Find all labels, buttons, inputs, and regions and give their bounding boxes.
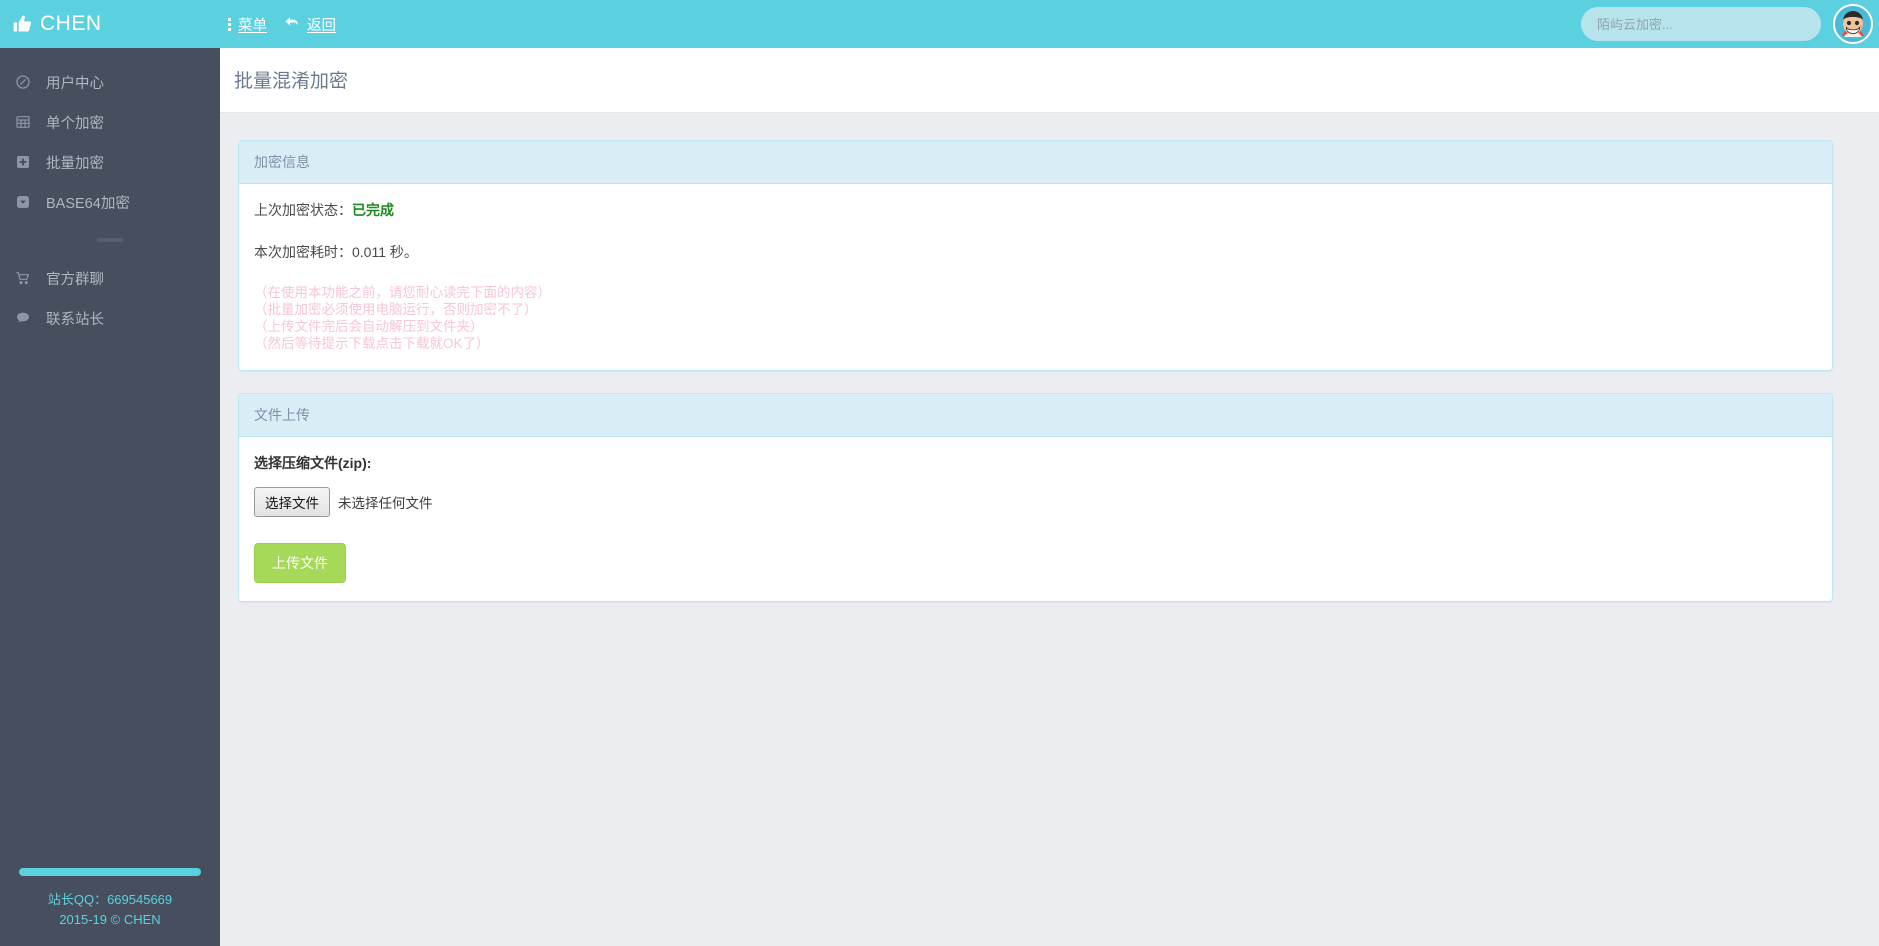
sidebar-item-base64-encrypt[interactable]: BASE64加密 (0, 182, 220, 222)
usage-notes: （在使用本功能之前，请您耐心读完下面的内容） （批量加密必须使用电脑运行，否则加… (254, 284, 1817, 352)
back-label: 返回 (307, 17, 336, 34)
brand-logo[interactable]: CHEN (0, 0, 220, 48)
encryption-info-panel: 加密信息 上次加密状态：已完成 本次加密耗时：0.011 秒。 （在使用本功能之… (238, 140, 1833, 371)
vertical-dots-icon (228, 17, 232, 31)
copyright-text: 2015-19 © CHEN (59, 912, 161, 927)
note-line: （上传文件完后会自动解压到文件夹） (254, 319, 484, 334)
avatar-image (1835, 6, 1871, 42)
chat-bubble-icon (12, 310, 34, 326)
sidebar-item-label: 单个加密 (46, 115, 104, 132)
sidebar-divider (0, 222, 220, 258)
chevron-down-square-icon (12, 194, 34, 210)
avatar[interactable] (1833, 4, 1873, 44)
sidebar-footer: 站长QQ：669545669 2015-19 © CHEN (0, 868, 220, 930)
sidebar-nav-list: 用户中心 单个加密 批量加密 BASE64加密 官方群聊 联系站长 (0, 48, 220, 338)
sidebar: 用户中心 单个加密 批量加密 BASE64加密 官方群聊 联系站长 站长QQ：6… (0, 48, 220, 946)
encryption-info-panel-body: 上次加密状态：已完成 本次加密耗时：0.011 秒。 （在使用本功能之前，请您耐… (239, 184, 1832, 370)
sidebar-item-label: 联系站长 (46, 311, 104, 328)
back-button[interactable]: 返回 (283, 12, 336, 37)
sidebar-item-official-group[interactable]: 官方群聊 (0, 258, 220, 298)
top-header-bar: CHEN 菜单 返回 (0, 0, 1879, 48)
file-input-row[interactable]: 选择文件 未选择任何文件 (254, 487, 1817, 517)
file-upload-panel-body: 选择压缩文件(zip): 选择文件 未选择任何文件 上传文件 (239, 437, 1832, 601)
menu-toggle-button[interactable]: 菜单 (228, 12, 267, 37)
search-container (1581, 7, 1821, 41)
sidebar-item-label: 官方群聊 (46, 271, 104, 288)
page-title: 批量混淆加密 (234, 71, 349, 92)
elapsed-time-line: 本次加密耗时：0.011 秒。 (254, 244, 418, 260)
sidebar-item-label: 用户中心 (46, 75, 104, 92)
encryption-info-panel-title: 加密信息 (239, 141, 1832, 184)
compass-icon (12, 74, 34, 90)
menu-toggle-label: 菜单 (238, 17, 267, 34)
sidebar-item-single-encrypt[interactable]: 单个加密 (0, 102, 220, 142)
choose-file-button[interactable]: 选择文件 (254, 487, 330, 517)
shopping-cart-icon (12, 270, 34, 286)
sidebar-item-label: BASE64加密 (46, 195, 130, 212)
header-actions: 菜单 返回 (228, 0, 336, 48)
page-title-band: 批量混淆加密 (220, 48, 1879, 113)
status-badge: 已完成 (352, 202, 394, 218)
last-status-line: 上次加密状态：已完成 (254, 200, 1817, 220)
back-arrow-icon (283, 14, 301, 34)
plus-square-icon (12, 154, 34, 170)
search-input[interactable] (1581, 7, 1821, 41)
sidebar-item-label: 批量加密 (46, 155, 104, 172)
main-content: 加密信息 上次加密状态：已完成 本次加密耗时：0.011 秒。 （在使用本功能之… (220, 114, 1879, 946)
sidebar-item-user-center[interactable]: 用户中心 (0, 62, 220, 102)
sidebar-item-contact-admin[interactable]: 联系站长 (0, 298, 220, 338)
upload-file-button[interactable]: 上传文件 (254, 543, 346, 583)
admin-qq-text: 站长QQ：669545669 (47, 892, 173, 907)
note-line: （然后等待提示下载点击下载就OK了） (254, 336, 490, 351)
last-status-label: 上次加密状态： (254, 202, 352, 218)
sidebar-progress-bar (19, 868, 201, 876)
note-line: （在使用本功能之前，请您耐心读完下面的内容） (254, 285, 551, 300)
table-grid-icon (12, 114, 34, 130)
selected-file-name: 未选择任何文件 (338, 496, 433, 511)
note-line: （批量加密必须使用电脑运行，否则加密不了） (254, 302, 538, 317)
file-upload-panel-title: 文件上传 (239, 394, 1832, 437)
brand-name: CHEN (40, 12, 102, 35)
file-upload-panel: 文件上传 选择压缩文件(zip): 选择文件 未选择任何文件 上传文件 (238, 393, 1833, 602)
sidebar-item-batch-encrypt[interactable]: 批量加密 (0, 142, 220, 182)
zip-file-label: 选择压缩文件(zip): (254, 455, 372, 471)
thumbs-up-icon (12, 14, 32, 34)
